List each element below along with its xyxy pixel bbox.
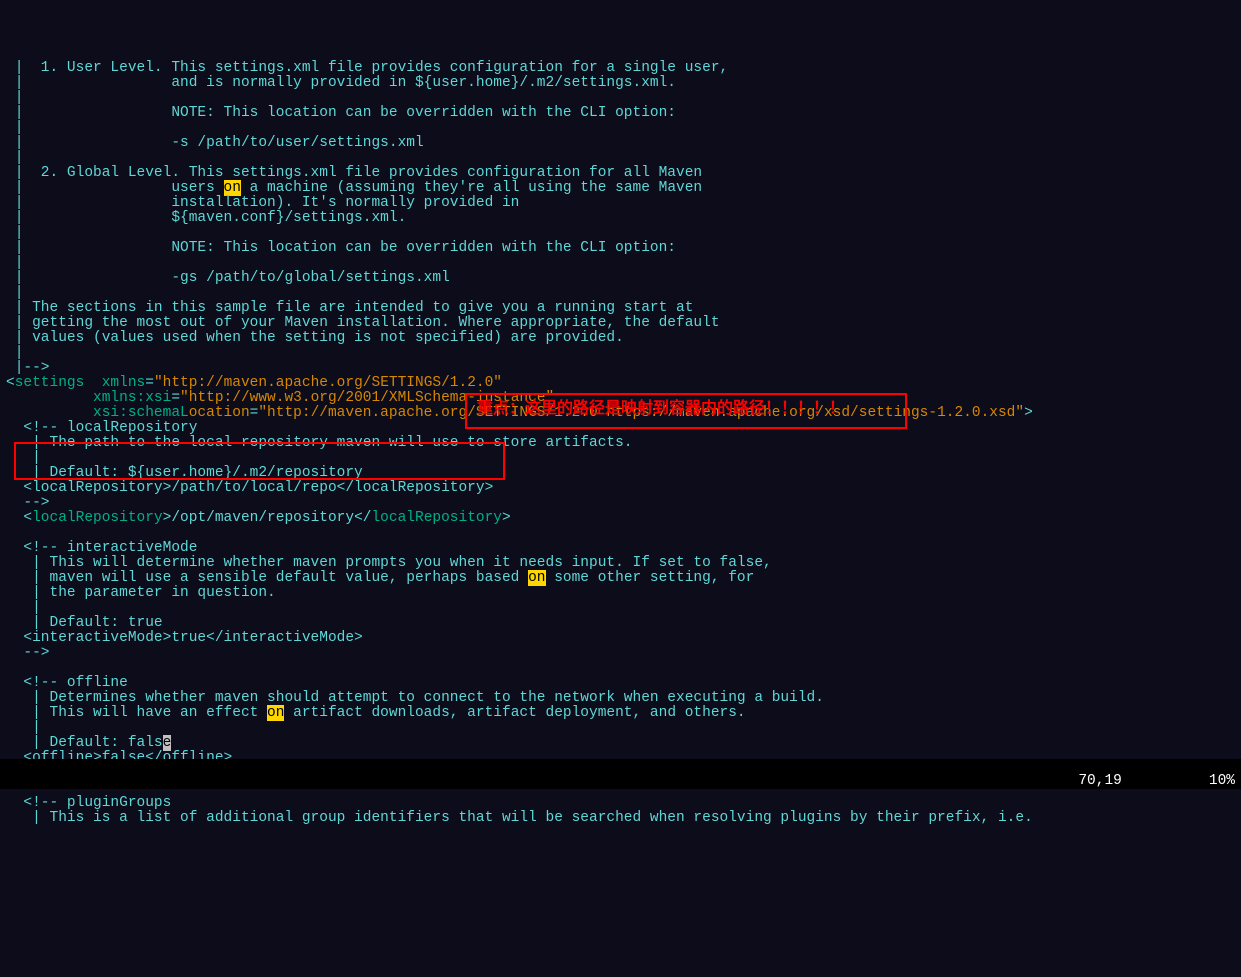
code-line: | getting the most out of your Maven ins… bbox=[6, 316, 1235, 331]
code-line: | NOTE: This location can be overridden … bbox=[6, 106, 1235, 121]
code-line: | -gs /path/to/global/settings.xml bbox=[6, 271, 1235, 286]
code-line: | This is a list of additional group ide… bbox=[6, 811, 1235, 826]
code-line: <localRepository>/path/to/local/repo</lo… bbox=[6, 481, 1235, 496]
code-line: <!-- interactiveMode bbox=[6, 541, 1235, 556]
code-line: | ${maven.conf}/settings.xml. bbox=[6, 211, 1235, 226]
code-line bbox=[6, 661, 1235, 676]
callout-box-text: 重点：这里的路径是映射到容器内的路径！！！！！ bbox=[465, 393, 907, 429]
scroll-percent: 10% bbox=[1209, 773, 1235, 789]
code-line: | This will have an effect on artifact d… bbox=[6, 706, 1235, 721]
code-line: | the parameter in question. bbox=[6, 586, 1235, 601]
code-line: | and is normally provided in ${user.hom… bbox=[6, 76, 1235, 91]
code-line: | values (values used when the setting i… bbox=[6, 331, 1235, 346]
code-line: | bbox=[6, 346, 1235, 361]
code-line: | The sections in this sample file are i… bbox=[6, 301, 1235, 316]
status-line: 70,19 10% bbox=[0, 759, 1241, 789]
code-line: | This will determine whether maven prom… bbox=[6, 556, 1235, 571]
code-line: | bbox=[6, 601, 1235, 616]
code-line: <localRepository>/opt/maven/repository</… bbox=[6, 511, 1235, 526]
code-line: <!-- pluginGroups bbox=[6, 796, 1235, 811]
code-line: | bbox=[6, 121, 1235, 136]
code-line: | installation). It's normally provided … bbox=[6, 196, 1235, 211]
code-line: | bbox=[6, 151, 1235, 166]
code-line: | bbox=[6, 256, 1235, 271]
code-line: | maven will use a sensible default valu… bbox=[6, 571, 1235, 586]
code-line: --> bbox=[6, 496, 1235, 511]
code-line: | users on a machine (assuming they're a… bbox=[6, 181, 1235, 196]
code-line: <!-- offline bbox=[6, 676, 1235, 691]
callout-box-highlight bbox=[14, 442, 505, 480]
code-line: | Default: true bbox=[6, 616, 1235, 631]
code-line: |--> bbox=[6, 361, 1235, 376]
code-line: <interactiveMode>true</interactiveMode> bbox=[6, 631, 1235, 646]
code-line: | bbox=[6, 721, 1235, 736]
code-line: | 2. Global Level. This settings.xml fil… bbox=[6, 166, 1235, 181]
code-line: | bbox=[6, 91, 1235, 106]
code-line: | Default: false bbox=[6, 736, 1235, 751]
code-line: <settings xmlns="http://maven.apache.org… bbox=[6, 376, 1235, 391]
code-line: | 1. User Level. This settings.xml file … bbox=[6, 61, 1235, 76]
code-line: | bbox=[6, 226, 1235, 241]
code-line: | -s /path/to/user/settings.xml bbox=[6, 136, 1235, 151]
cursor-position: 70,19 bbox=[1078, 773, 1122, 789]
code-line bbox=[6, 526, 1235, 541]
code-line: | NOTE: This location can be overridden … bbox=[6, 241, 1235, 256]
code-line: | Determines whether maven should attemp… bbox=[6, 691, 1235, 706]
code-line: --> bbox=[6, 646, 1235, 661]
code-line: | bbox=[6, 286, 1235, 301]
